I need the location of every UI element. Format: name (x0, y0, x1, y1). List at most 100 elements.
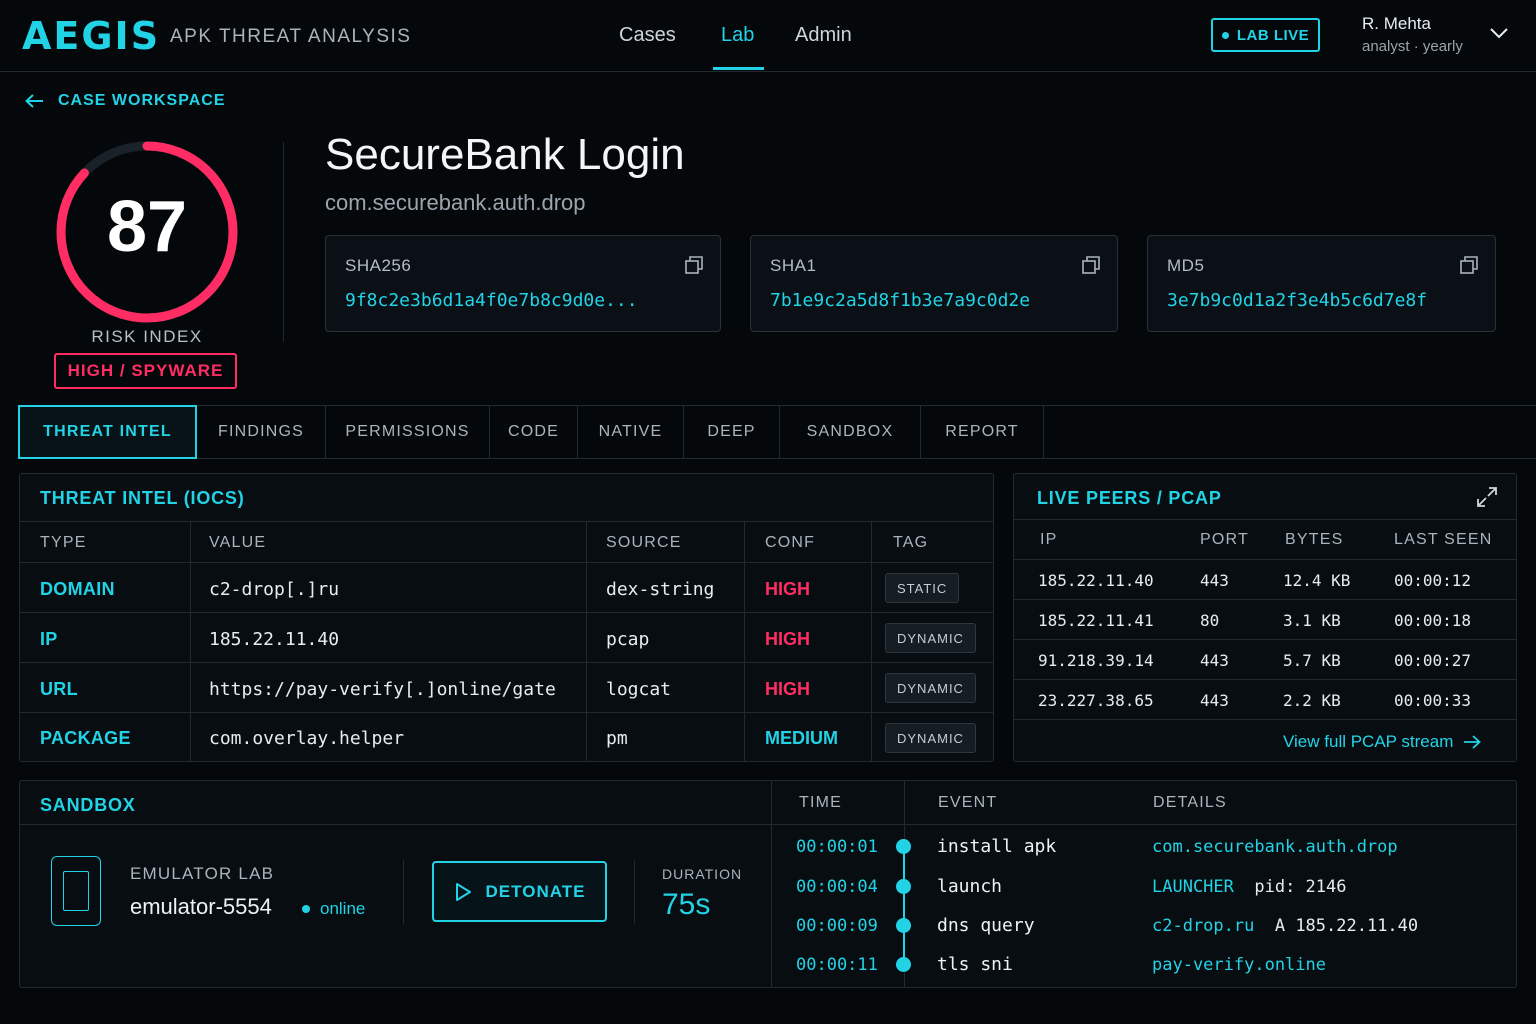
peer-last-seen: 00:00:12 (1394, 571, 1472, 590)
detonate-button[interactable]: DETONATE (432, 861, 607, 922)
ioc-confidence: MEDIUM (765, 728, 838, 748)
back-link-label: CASE WORKSPACE (58, 92, 226, 109)
emulator-status: online (302, 899, 365, 919)
column-header-port: PORT (1200, 531, 1249, 548)
copy-icon[interactable] (1081, 255, 1101, 275)
column-header-type: TYPE (40, 534, 87, 551)
live-dot-icon (1221, 31, 1229, 39)
emulator-name: emulator-5554 (130, 894, 272, 919)
event-detail[interactable]: c2-drop.ru A 185.22.11.40 (1152, 916, 1418, 936)
hash-value[interactable]: 7b1e9c2a5d8f1b3e7a9c0d2e (770, 290, 1030, 311)
ioc-tag: DYNAMIC (885, 623, 976, 653)
nav-admin[interactable]: Admin (795, 24, 852, 47)
column-header-last-seen: LAST SEEN (1394, 531, 1493, 548)
tab-threat-intel[interactable]: THREAT INTEL (18, 405, 197, 459)
ioc-type: DOMAIN (40, 579, 115, 599)
nav-cases[interactable]: Cases (619, 24, 676, 47)
chevron-down-icon[interactable] (1489, 26, 1509, 40)
tab-findings[interactable]: FINDINGS (197, 406, 326, 458)
event-name: install apk (937, 836, 1057, 857)
risk-score: 87 (106, 187, 188, 267)
hash-value[interactable]: 3e7b9c0d1a2f3e4b5c6d7e8f (1167, 290, 1427, 311)
column-header-value: VALUE (209, 534, 267, 551)
user-name[interactable]: R. Mehta (1362, 14, 1431, 34)
tab-code[interactable]: CODE (490, 406, 578, 458)
ioc-value[interactable]: com.overlay.helper (209, 728, 404, 749)
event-detail[interactable]: pay-verify.online (1152, 955, 1326, 975)
peer-last-seen: 00:00:27 (1394, 651, 1472, 670)
play-icon (455, 882, 471, 901)
ioc-value[interactable]: https://pay-verify[.]online/gate (209, 679, 556, 700)
detonate-label: DETONATE (485, 881, 586, 901)
copy-icon[interactable] (1459, 255, 1479, 275)
column-header-tag: TAG (893, 534, 929, 551)
nav-lab[interactable]: Lab (721, 24, 754, 47)
timeline-dot (896, 879, 911, 894)
peer-bytes: 12.4 KB (1283, 571, 1351, 590)
ioc-tag: DYNAMIC (885, 723, 976, 753)
lab-live-label: LAB LIVE (1236, 26, 1310, 44)
view-full-pcap-link[interactable]: View full PCAP stream (1283, 732, 1482, 752)
live-peers-title: LIVE PEERS / PCAP (1037, 488, 1222, 508)
timeline-line (903, 846, 905, 966)
copy-icon[interactable] (684, 255, 704, 275)
peer-ip[interactable]: 91.218.39.14 (1038, 651, 1154, 670)
event-time: 00:00:04 (796, 877, 878, 897)
event-detail[interactable]: LAUNCHER pid: 2146 (1152, 877, 1347, 897)
emulator-status-label: online (320, 899, 366, 918)
risk-severity-badge: HIGH / SPYWARE (54, 353, 237, 389)
column-header-bytes: BYTES (1285, 531, 1344, 548)
live-peers-panel: LIVE PEERS / PCAP IP PORT BYTES LAST SEE… (1013, 473, 1517, 762)
hash-card-sha1: SHA1 7b1e9c2a5d8f1b3e7a9c0d2e (750, 235, 1118, 332)
ioc-confidence: HIGH (765, 629, 810, 649)
hash-label: MD5 (1167, 256, 1205, 275)
expand-icon[interactable] (1476, 486, 1498, 508)
ioc-confidence: HIGH (765, 579, 810, 599)
peer-last-seen: 00:00:18 (1394, 611, 1472, 630)
top-header: AEGIS APK THREAT ANALYSIS Cases Lab Admi… (0, 0, 1536, 72)
event-time: 00:00:01 (796, 837, 878, 857)
column-header-conf: CONF (765, 534, 816, 551)
divider (283, 142, 284, 342)
hash-card-sha256: SHA256 9f8c2e3b6d1a4f0e7b8c9d0e... (325, 235, 721, 332)
event-name: launch (937, 876, 1003, 897)
ioc-type: PACKAGE (40, 728, 131, 748)
peer-ip[interactable]: 185.22.11.40 (1038, 571, 1154, 590)
ioc-source: pcap (606, 629, 650, 650)
app-logo[interactable]: AEGIS (22, 14, 160, 58)
nav-active-indicator (713, 67, 764, 70)
app-package-name: com.securebank.auth.drop (325, 190, 586, 215)
ioc-type: URL (40, 679, 78, 699)
ioc-panel-title: THREAT INTEL (IOCS) (40, 488, 245, 508)
tab-report[interactable]: REPORT (921, 406, 1044, 458)
analysis-tabs: THREAT INTEL FINDINGS PERMISSIONS CODE N… (18, 405, 1536, 459)
ioc-source: pm (606, 728, 628, 749)
timeline-dot (896, 957, 911, 972)
column-header-time: TIME (799, 794, 843, 811)
event-detail[interactable]: com.securebank.auth.drop (1152, 837, 1398, 857)
tab-deep[interactable]: DEEP (684, 406, 780, 458)
peer-port: 80 (1200, 611, 1220, 630)
duration-value: 75s (662, 888, 711, 921)
back-to-case-workspace-link[interactable]: CASE WORKSPACE (24, 92, 226, 110)
tab-sandbox[interactable]: SANDBOX (780, 406, 921, 458)
tab-native[interactable]: NATIVE (578, 406, 684, 458)
ioc-value[interactable]: 185.22.11.40 (209, 629, 339, 650)
peer-port: 443 (1200, 691, 1229, 710)
duration-label: DURATION (662, 866, 743, 882)
emulator-lab-label: EMULATOR LAB (130, 864, 275, 883)
ioc-tag: STATIC (885, 573, 960, 603)
ioc-confidence: HIGH (765, 679, 810, 699)
user-role: analyst · yearly (1362, 38, 1463, 55)
peer-ip[interactable]: 23.227.38.65 (1038, 691, 1154, 710)
event-name: tls sni (937, 954, 1013, 975)
status-dot-icon (302, 905, 310, 913)
ioc-value[interactable]: c2-drop[.]ru (209, 579, 339, 600)
hash-value[interactable]: 9f8c2e3b6d1a4f0e7b8c9d0e... (345, 290, 638, 311)
peer-last-seen: 00:00:33 (1394, 691, 1472, 710)
tab-permissions[interactable]: PERMISSIONS (326, 406, 490, 458)
ioc-panel: THREAT INTEL (IOCS) TYPE VALUE SOURCE CO… (19, 473, 994, 762)
app-title: SecureBank Login (325, 130, 685, 179)
peer-ip[interactable]: 185.22.11.41 (1038, 611, 1154, 630)
column-header-details: DETAILS (1153, 794, 1227, 811)
